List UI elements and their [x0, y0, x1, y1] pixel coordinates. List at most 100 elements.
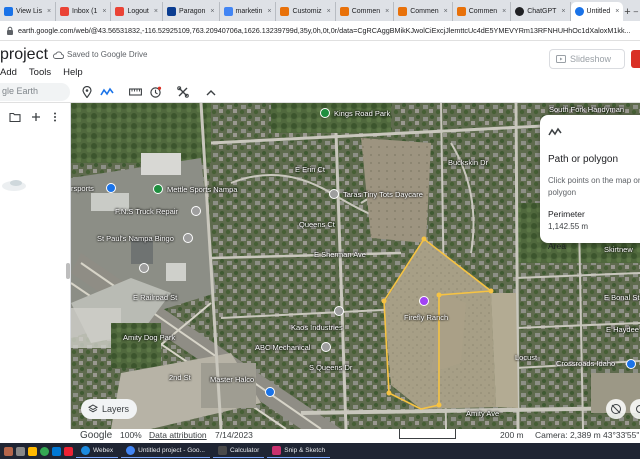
- minimize-icon[interactable]: –: [632, 2, 640, 21]
- tab-comments-1[interactable]: Commen ×: [336, 2, 395, 21]
- add-item-button[interactable]: [30, 111, 42, 123]
- bingo-marker-icon[interactable]: [183, 233, 193, 243]
- close-icon[interactable]: ×: [444, 8, 448, 15]
- scale-bar: [399, 429, 456, 439]
- tab-favicon-icon: [456, 7, 466, 16]
- label-south-fork[interactable]: South Fork Handyman: [549, 105, 624, 114]
- menu-add[interactable]: Add: [0, 67, 17, 78]
- tab-view-listings[interactable]: View Lis ×: [0, 2, 57, 21]
- close-icon[interactable]: ×: [385, 8, 389, 15]
- label-master-halco[interactable]: Master Halco: [210, 375, 254, 384]
- business-marker-icon[interactable]: [265, 387, 275, 397]
- circle-icon: [636, 405, 640, 413]
- taskbar-snip-sketch[interactable]: Snip & Sketch: [267, 444, 331, 458]
- sports-marker-icon[interactable]: [153, 184, 163, 194]
- label-rsports[interactable]: rsports: [71, 184, 94, 193]
- ruler-icon: [128, 88, 142, 96]
- close-icon[interactable]: ×: [267, 8, 271, 15]
- tab-inbox[interactable]: Inbox (1 ×: [56, 2, 112, 21]
- map-viewport[interactable]: Kings Road Park South Fork Handyman rspo…: [71, 103, 640, 429]
- add-placemark-button[interactable]: [79, 84, 95, 100]
- tab-untitled-active[interactable]: Untitled ×: [570, 2, 624, 21]
- perimeter-value[interactable]: 1,142.55 m: [548, 222, 640, 231]
- tab-customize[interactable]: Customiz ×: [276, 2, 336, 21]
- tab-chatgpt[interactable]: ChatGPT ×: [511, 2, 571, 21]
- draw-line-button[interactable]: [99, 84, 115, 100]
- collapse-toolbar-button[interactable]: [203, 84, 219, 100]
- close-icon[interactable]: ×: [210, 8, 214, 15]
- chrome-icon[interactable]: [40, 446, 49, 456]
- daycare-marker-icon[interactable]: [329, 189, 339, 199]
- store-marker-icon[interactable]: [106, 183, 116, 193]
- label-st-pauls[interactable]: St Paul's Nampa Bingo: [97, 234, 174, 243]
- url-text[interactable]: earth.google.com/web/@43.56531832,-116.5…: [18, 26, 631, 35]
- share-button[interactable]: [631, 50, 640, 68]
- new-folder-button[interactable]: [9, 111, 21, 123]
- tools-button[interactable]: [175, 84, 191, 100]
- close-icon[interactable]: ×: [154, 8, 158, 15]
- label-fns-truck[interactable]: F.N.S Truck Repair: [115, 207, 178, 216]
- path-icon: [100, 87, 114, 96]
- taskbar-webex[interactable]: Webex: [76, 444, 119, 458]
- label-e-bonal: E Bonal St: [604, 293, 640, 302]
- tab-paragon[interactable]: Paragon ×: [163, 2, 220, 21]
- close-icon[interactable]: ×: [327, 8, 331, 15]
- sidebar-scrollbar[interactable]: [66, 263, 70, 279]
- tab-favicon-icon: [115, 7, 125, 16]
- label-amity-ave: Amity Ave: [466, 409, 500, 418]
- weather-icon[interactable]: [4, 446, 13, 456]
- save-status: Saved to Google Drive: [53, 50, 148, 59]
- search-input[interactable]: gle Earth: [0, 83, 70, 101]
- project-title[interactable]: project: [0, 46, 48, 64]
- street-view-button[interactable]: [606, 399, 626, 419]
- label-kings-road-park[interactable]: Kings Road Park: [334, 109, 390, 118]
- camera-altitude: Camera: 2,389 m: [535, 430, 601, 440]
- label-mettle-sports[interactable]: Mettle Sports Nampa: [167, 185, 237, 194]
- more-options-button[interactable]: [49, 111, 61, 123]
- more-vert-icon: [54, 112, 56, 122]
- label-firefly-ranch[interactable]: Firefly Ranch: [404, 313, 448, 322]
- file-explorer-icon[interactable]: [28, 446, 37, 456]
- ranch-marker-icon[interactable]: [419, 296, 429, 306]
- close-icon[interactable]: ×: [47, 8, 51, 15]
- mechanic-marker-icon[interactable]: [321, 342, 331, 352]
- tab-favicon-icon: [4, 7, 13, 16]
- repair-marker-icon[interactable]: [191, 206, 201, 216]
- close-icon[interactable]: ×: [615, 8, 619, 15]
- historical-imagery-button[interactable]: [147, 84, 163, 100]
- taskbar-calculator[interactable]: Calculator: [212, 444, 265, 458]
- tab-comments-3[interactable]: Commen ×: [453, 2, 512, 21]
- label-taras-daycare[interactable]: Taras Tiny Tots Daycare: [343, 190, 423, 199]
- address-bar[interactable]: earth.google.com/web/@43.56531832,-116.5…: [0, 21, 640, 41]
- label-amity-dog-park[interactable]: Amity Dog Park: [123, 333, 175, 342]
- layers-icon: [88, 404, 98, 413]
- menu-tools[interactable]: Tools: [29, 67, 51, 78]
- measure-button[interactable]: [127, 84, 143, 100]
- app-icon[interactable]: [64, 446, 73, 456]
- search-icon[interactable]: [16, 446, 25, 456]
- label-crossroads[interactable]: Crossroads Idaho: [556, 359, 615, 368]
- data-attribution-link[interactable]: Data attribution: [149, 430, 207, 440]
- close-icon[interactable]: ×: [561, 8, 565, 15]
- empty-state-illustration-icon: [2, 180, 26, 191]
- new-tab-button[interactable]: +: [623, 2, 631, 21]
- label-abc-mechanical[interactable]: ABC Mechanical: [255, 343, 310, 352]
- menu-help[interactable]: Help: [63, 67, 83, 78]
- park-marker-icon[interactable]: [320, 108, 330, 118]
- industry-marker-icon[interactable]: [334, 306, 344, 316]
- crossroads-marker-icon[interactable]: [626, 359, 636, 369]
- tab-logout[interactable]: Logout ×: [111, 2, 163, 21]
- compass-off-icon: [611, 404, 621, 414]
- close-icon[interactable]: ×: [502, 8, 506, 15]
- label-kaos-industries[interactable]: Kaos Industries: [291, 323, 343, 332]
- slideshow-button[interactable]: Slideshow: [549, 49, 625, 69]
- layers-button[interactable]: Layers: [81, 399, 137, 419]
- map-status-bar: Google 100% Data attribution 7/14/2023 2…: [71, 429, 640, 443]
- edge-icon[interactable]: [52, 446, 61, 456]
- place-marker-icon[interactable]: [139, 263, 149, 273]
- tab-comments-2[interactable]: Commen ×: [394, 2, 453, 21]
- tab-favicon-icon: [223, 7, 233, 16]
- taskbar-google-earth[interactable]: Untitled project - Goo...: [121, 444, 210, 458]
- tab-marketing[interactable]: marketin ×: [220, 2, 277, 21]
- close-icon[interactable]: ×: [102, 8, 106, 15]
